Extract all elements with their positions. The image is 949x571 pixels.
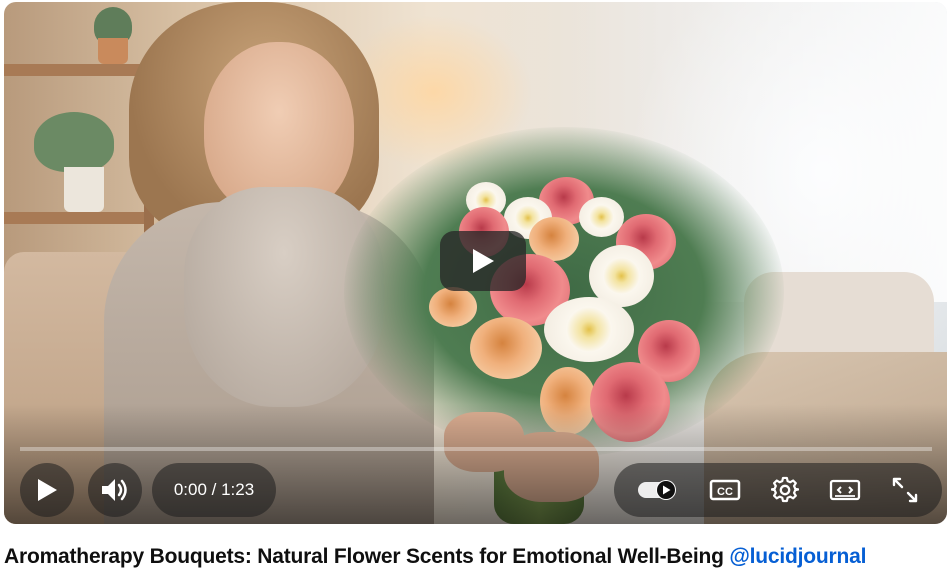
svg-text:CC: CC xyxy=(717,486,733,498)
play-icon xyxy=(473,249,494,273)
flower xyxy=(429,287,477,327)
video-player[interactable]: 0:00 / 1:23 CC xyxy=(4,2,947,524)
autoplay-toggle-icon xyxy=(638,480,676,500)
progress-bar[interactable] xyxy=(20,447,932,451)
settings-button[interactable] xyxy=(771,476,799,504)
play-button[interactable] xyxy=(36,478,58,502)
fullscreen-button[interactable] xyxy=(891,476,919,504)
time-separator: / xyxy=(206,480,222,499)
plant-pot xyxy=(64,167,104,212)
channel-handle-link[interactable]: @lucidjournal xyxy=(729,545,866,568)
total-time: 1:23 xyxy=(221,480,255,499)
plant-pot xyxy=(98,38,128,64)
flower xyxy=(544,297,634,362)
gear-icon xyxy=(771,476,799,503)
mute-button[interactable] xyxy=(100,477,130,503)
fullscreen-icon xyxy=(892,477,918,503)
volume-icon xyxy=(102,479,127,501)
plant xyxy=(34,112,114,172)
time-display: 0:00 / 1:23 xyxy=(152,463,276,517)
play-icon xyxy=(38,479,57,501)
video-title-row: Aromatherapy Bouquets: Natural Flower Sc… xyxy=(4,545,866,569)
flower xyxy=(470,317,542,379)
captions-button[interactable]: CC xyxy=(709,478,741,502)
current-time: 0:00 xyxy=(173,480,207,499)
shelf xyxy=(4,212,154,224)
play-pause-control xyxy=(20,463,74,517)
video-title: Aromatherapy Bouquets: Natural Flower Sc… xyxy=(4,545,724,568)
volume-control xyxy=(88,463,142,517)
captions-icon: CC xyxy=(709,479,741,501)
autoplay-toggle[interactable] xyxy=(637,478,679,502)
theater-mode-icon xyxy=(829,479,861,501)
shelf xyxy=(4,64,154,76)
big-play-button[interactable] xyxy=(440,231,526,291)
theater-mode-button[interactable] xyxy=(829,478,861,502)
right-controls: CC xyxy=(614,463,942,517)
